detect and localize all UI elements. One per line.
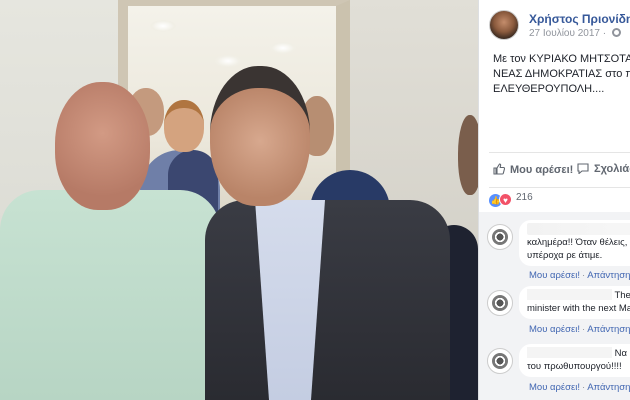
photo-ceiling-light (150, 20, 176, 32)
comment-text-line: του πρωθυπουργού!!!! (527, 361, 622, 372)
like-button[interactable]: Μου αρέσει! (493, 163, 573, 176)
post-text-line: ΝΕΑΣ ΔΗΜΟΚΡΑΤΙΑΣ στο πέρ (493, 68, 630, 80)
commenter-avatar[interactable] (487, 290, 513, 316)
comment-text-line: minister with the next Ma (527, 303, 630, 314)
thumbs-up-icon (493, 163, 505, 175)
comment-text-line: Να ο επ (614, 348, 630, 359)
post-text: Με τον ΚΥΡΙΑΚΟ ΜΗΤΣΟΤΑΚΗ ΝΕΑΣ ΔΗΜΟΚΡΑΤΙΑ… (493, 52, 630, 97)
photo-man-center-suit (205, 200, 450, 400)
photo-ceiling-light (215, 55, 241, 67)
author-avatar[interactable] (489, 10, 519, 40)
comment-reply-link[interactable]: Απάντηση (587, 270, 630, 281)
like-label: Μου αρέσει! (510, 164, 574, 176)
comment-bubble: The minister with the next Ma (519, 286, 630, 319)
commenter-name-redacted[interactable] (527, 223, 630, 235)
comment-like-link[interactable]: Μου αρέσει! (529, 270, 580, 281)
post-date[interactable]: 27 Ιουλίου 2017 · (529, 28, 621, 39)
photo-person-woman-head (164, 100, 204, 152)
comment-reply-link[interactable]: Απάντηση (587, 324, 630, 335)
speech-bubble-icon (577, 163, 589, 174)
author-name[interactable]: Χρήστος Πριονίδης (529, 12, 630, 26)
reaction-count: 216 (516, 192, 533, 203)
post-actions: Μου αρέσει! Σχολιάσ (489, 152, 630, 188)
comment-actions: Μου αρέσει!·Απάντηση·4 (529, 270, 630, 281)
comment-bubble: καλημέρα!! Όταν θέλεις, χ υπέροχα ρε άτι… (519, 220, 630, 266)
comment-text-line: υπέροχα ρε άτιμε. (527, 250, 603, 261)
comment-like-link[interactable]: Μου αρέσει! (529, 382, 580, 393)
post-photo[interactable] (0, 0, 478, 400)
comment-reply-link[interactable]: Απάντηση (587, 382, 630, 393)
love-reaction-icon: ♥ (499, 193, 512, 206)
comment-label: Σχολιάσ (594, 163, 630, 175)
commenter-name-redacted[interactable] (527, 347, 612, 358)
photo-man-center-head (210, 66, 310, 206)
photo-ceiling-light (270, 42, 296, 54)
post-panel: Χρήστος Πριονίδης 27 Ιουλίου 2017 · Με τ… (478, 0, 630, 400)
comment-bubble: Να ο επ του πρωθυπουργού!!!! (519, 344, 630, 377)
post-date-text[interactable]: 27 Ιουλίου 2017 · (529, 28, 609, 39)
commenter-avatar[interactable] (487, 348, 513, 374)
comment-button[interactable]: Σχολιάσ (577, 163, 630, 175)
photo-man-left-shirt (0, 190, 220, 400)
comment-actions: Μου αρέσει!·Απάντηση·4 (529, 324, 630, 335)
post-text-line: ΕΛΕΥΘΕΡΟΥΠΟΛΗ.... (493, 83, 605, 95)
comment-text-line: καλημέρα!! Όταν θέλεις, χ (527, 237, 630, 248)
comment-text-line: The (614, 290, 630, 301)
comment-list: καλημέρα!! Όταν θέλεις, χ υπέροχα ρε άτι… (479, 212, 630, 400)
post-header: Χρήστος Πριονίδης 27 Ιουλίου 2017 · (489, 8, 630, 44)
comment-like-link[interactable]: Μου αρέσει! (529, 324, 580, 335)
globe-icon (611, 28, 621, 37)
commenter-name-redacted[interactable] (527, 289, 612, 300)
photo-person-right-head (458, 115, 478, 195)
photo-man-left-head (55, 82, 150, 210)
post-text-line: Με τον ΚΥΡΙΑΚΟ ΜΗΤΣΟΤΑΚΗ (493, 53, 630, 65)
reaction-summary[interactable]: 👍 ♥ 216 (489, 192, 533, 208)
comment-actions: Μου αρέσει!·Απάντηση·4 (529, 382, 630, 393)
commenter-avatar[interactable] (487, 224, 513, 250)
